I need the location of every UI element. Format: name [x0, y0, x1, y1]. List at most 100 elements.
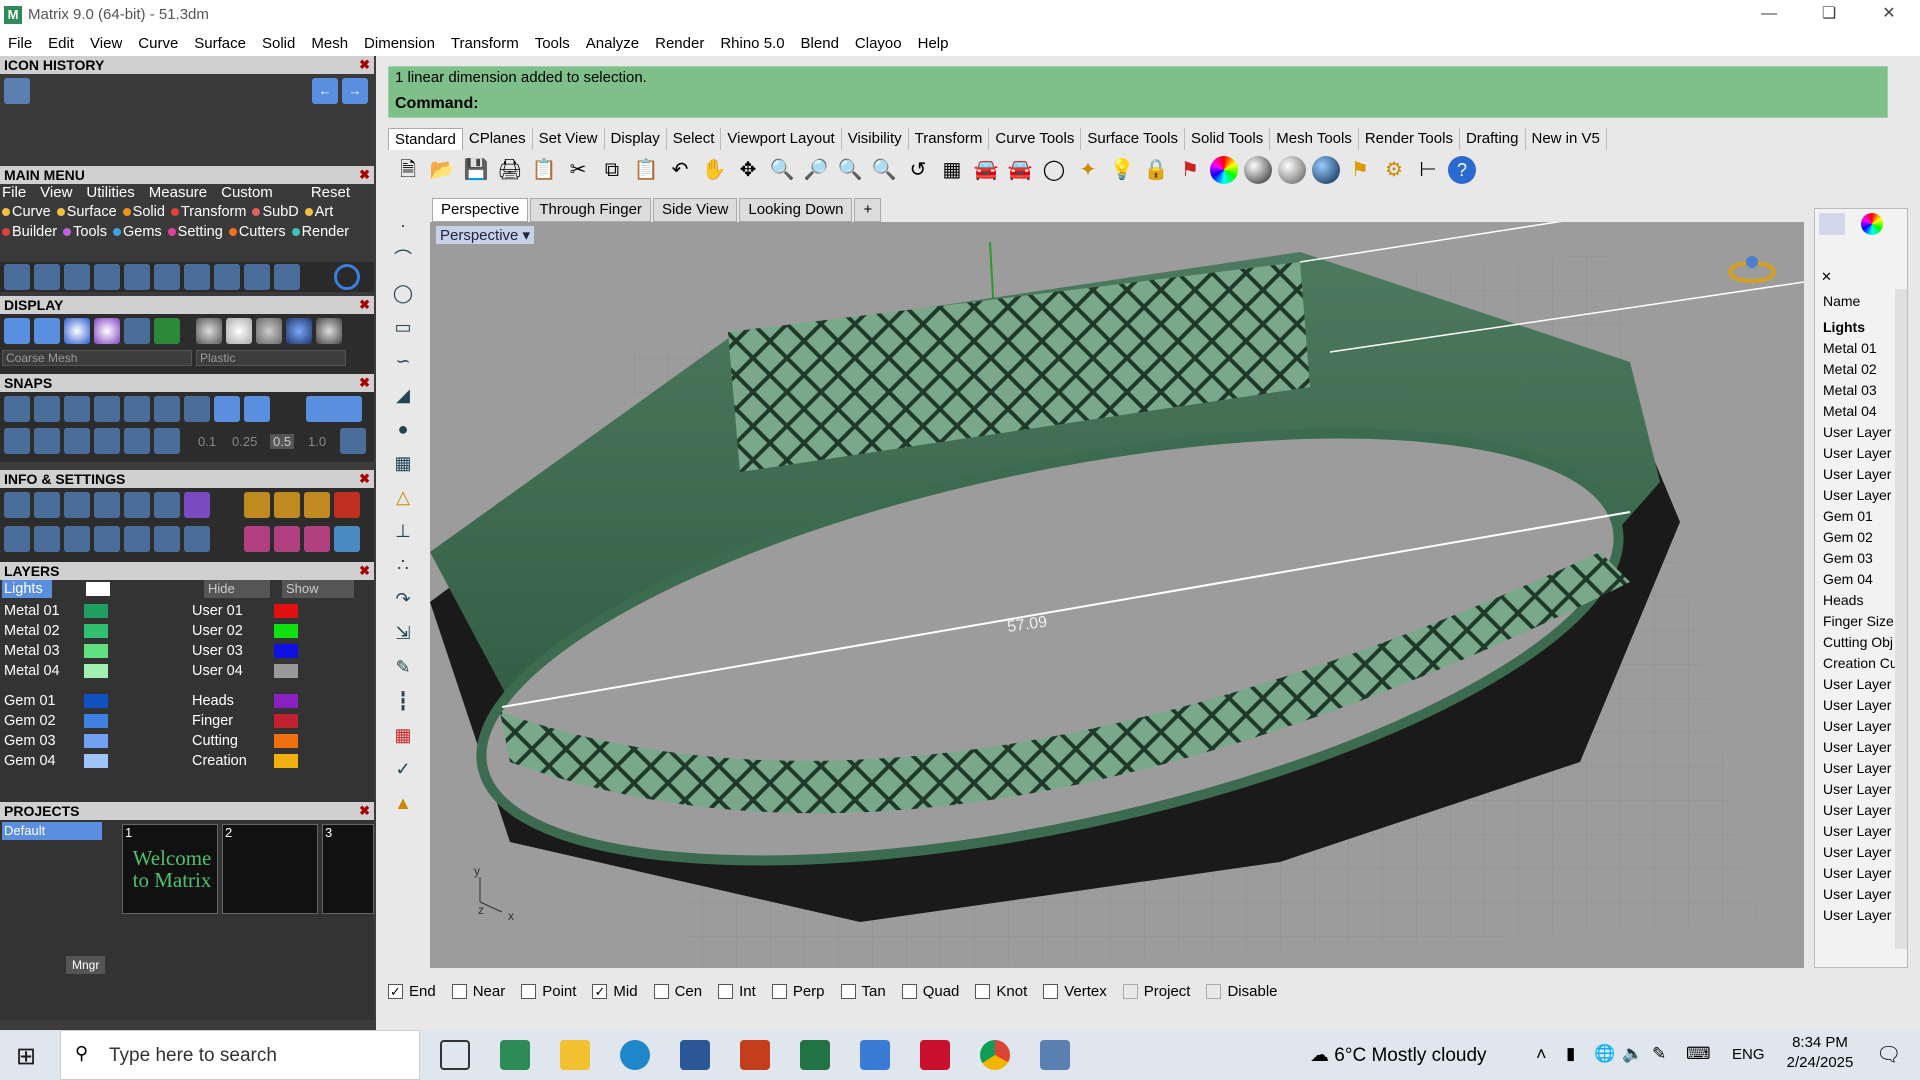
- volume-icon[interactable]: 🔈: [1622, 1044, 1643, 1064]
- category-cutters[interactable]: Cutters: [228, 224, 286, 240]
- command-prompt[interactable]: Command:: [395, 95, 479, 113]
- layer-color[interactable]: [274, 604, 298, 618]
- language-indicator[interactable]: ENG: [1732, 1046, 1765, 1063]
- layer-list-item[interactable]: Gem 01: [1823, 508, 1895, 524]
- tab-curve-tools[interactable]: Curve Tools: [989, 128, 1082, 150]
- active-layer-color[interactable]: [86, 582, 110, 596]
- snap-icon[interactable]: [64, 396, 90, 422]
- tab-new-in-v5[interactable]: New in V5: [1526, 128, 1607, 150]
- copy-icon[interactable]: ⧉: [598, 156, 626, 184]
- setting-icon[interactable]: [244, 526, 270, 552]
- app-icon[interactable]: [860, 1040, 890, 1070]
- tab-standard[interactable]: Standard: [388, 128, 463, 150]
- help-icon[interactable]: ?: [1448, 156, 1476, 184]
- powerpoint-icon[interactable]: [740, 1040, 770, 1070]
- snap-value[interactable]: 1.0: [308, 434, 326, 449]
- osnap-end-checkbox[interactable]: ✓: [388, 983, 403, 999]
- taskbar-search-box[interactable]: ⚲ Type here to search: [60, 1030, 420, 1080]
- surface-icon[interactable]: ◢: [388, 380, 418, 410]
- layer-metal-02[interactable]: Metal 02: [4, 622, 60, 640]
- osnap-cen-checkbox[interactable]: [653, 983, 669, 999]
- tab-surface-tools[interactable]: Surface Tools: [1081, 128, 1185, 150]
- active-layer-name[interactable]: Lights: [2, 580, 52, 598]
- menu-view[interactable]: View: [88, 35, 124, 52]
- tab-visibility[interactable]: Visibility: [842, 128, 909, 150]
- tab-display[interactable]: Display: [605, 128, 667, 150]
- ruler-icon[interactable]: ┇: [388, 686, 418, 716]
- tool-icon[interactable]: [244, 264, 270, 290]
- category-render[interactable]: Render: [291, 224, 349, 240]
- save-icon[interactable]: 💾: [462, 156, 490, 184]
- close-button[interactable]: ✕: [1860, 0, 1918, 30]
- rectangle-icon[interactable]: ▭: [388, 312, 418, 342]
- osnap-point[interactable]: Point: [521, 983, 576, 1000]
- menu-dimension[interactable]: Dimension: [362, 35, 437, 52]
- layer-list-item[interactable]: User Layer: [1823, 487, 1895, 503]
- menu-tools[interactable]: Tools: [533, 35, 572, 52]
- paste-icon[interactable]: 📋: [632, 156, 660, 184]
- windows-start-icon[interactable]: ⊞: [16, 1042, 36, 1071]
- osnap-mid-checkbox[interactable]: ✓: [592, 983, 608, 999]
- layer-list-item[interactable]: Lights: [1823, 319, 1895, 335]
- dimension-icon[interactable]: ⊢: [1414, 156, 1442, 184]
- info-icon[interactable]: [124, 492, 150, 518]
- tab-render-tools[interactable]: Render Tools: [1359, 128, 1460, 150]
- gear-icon[interactable]: ⚙: [1380, 156, 1408, 184]
- layer-list-item[interactable]: User Layer: [1823, 802, 1895, 818]
- menu-surface[interactable]: Surface: [192, 35, 248, 52]
- osnap-int[interactable]: Int: [718, 983, 756, 1000]
- layer-list-item[interactable]: User Layer: [1823, 718, 1895, 734]
- layer-list-item[interactable]: Metal 01: [1823, 340, 1895, 356]
- layer-list-item[interactable]: User Layer: [1823, 424, 1895, 440]
- layer-color[interactable]: [274, 644, 298, 658]
- weather-widget[interactable]: ☁ 6°C Mostly cloudy: [1310, 1044, 1487, 1067]
- tab-transform[interactable]: Transform: [909, 128, 990, 150]
- layer-color[interactable]: [274, 694, 298, 708]
- undo-icon[interactable]: ↶: [666, 156, 694, 184]
- tool-icon[interactable]: [34, 264, 60, 290]
- tab-select[interactable]: Select: [667, 128, 722, 150]
- osnap-tan[interactable]: Tan: [840, 983, 886, 1000]
- material-select[interactable]: Plastic: [196, 350, 346, 366]
- zoom-icon[interactable]: 🔍: [768, 156, 796, 184]
- ortho-icon[interactable]: [306, 396, 362, 422]
- layer-color[interactable]: [274, 734, 298, 748]
- snap-icon[interactable]: [94, 428, 120, 454]
- osnap-quad[interactable]: Quad: [901, 983, 959, 1000]
- layer-color[interactable]: [84, 624, 108, 638]
- ring-gizmo-icon[interactable]: [1728, 256, 1776, 283]
- snap-icon[interactable]: [154, 428, 180, 454]
- layer-gem-02[interactable]: Gem 02: [4, 712, 56, 730]
- pen-icon[interactable]: ✎: [1652, 1044, 1666, 1064]
- render-sphere-icon[interactable]: [1278, 156, 1306, 184]
- dimension-icon[interactable]: △: [388, 482, 418, 512]
- layer-gem-01[interactable]: Gem 01: [4, 692, 56, 710]
- layer-gem-03[interactable]: Gem 03: [4, 732, 56, 750]
- snap-value[interactable]: 0.5: [270, 434, 295, 449]
- osnap-quad-checkbox[interactable]: [901, 983, 917, 999]
- setting-icon[interactable]: [274, 492, 300, 518]
- excel-icon[interactable]: [800, 1040, 830, 1070]
- move-icon[interactable]: [124, 264, 150, 290]
- osnap-project-checkbox[interactable]: [1122, 983, 1138, 999]
- material-sphere-icon[interactable]: [1244, 156, 1272, 184]
- material-icon[interactable]: [256, 318, 282, 344]
- forward-arrow-icon[interactable]: →: [342, 78, 368, 104]
- osnap-tan-checkbox[interactable]: [840, 983, 856, 999]
- info-icon[interactable]: [64, 492, 90, 518]
- layer-list-item[interactable]: Gem 03: [1823, 550, 1895, 566]
- polyline-icon[interactable]: ⌒: [388, 244, 418, 274]
- layer-list-item[interactable]: Gem 02: [1823, 529, 1895, 545]
- osnap-disable-checkbox[interactable]: [1206, 983, 1222, 999]
- layer-list-item[interactable]: Metal 03: [1823, 382, 1895, 398]
- osnap-cen[interactable]: Cen: [653, 983, 702, 1000]
- layer-list-item[interactable]: Cutting Obj: [1823, 634, 1895, 650]
- snap-icon[interactable]: [64, 428, 90, 454]
- layer-list-item[interactable]: Metal 02: [1823, 361, 1895, 377]
- add-viewport-tab-button[interactable]: +: [854, 198, 882, 222]
- manager-button[interactable]: Mngr: [66, 956, 106, 974]
- layout-icon[interactable]: ▦: [388, 720, 418, 750]
- display-mode-icon[interactable]: [124, 318, 150, 344]
- hide-button[interactable]: Hide: [204, 580, 270, 598]
- tab-viewport-layout[interactable]: Viewport Layout: [721, 128, 842, 150]
